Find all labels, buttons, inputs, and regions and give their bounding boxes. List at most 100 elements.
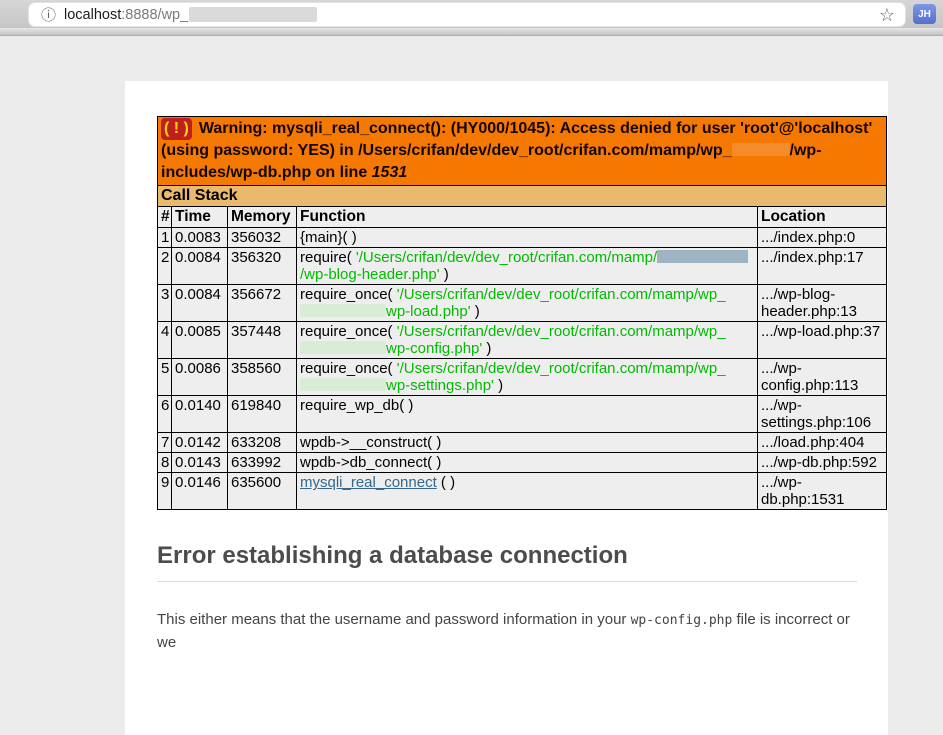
cell-time: 0.0084 xyxy=(171,284,228,323)
warning-icon: ( ! ) xyxy=(161,118,192,141)
cell-memory: 356672 xyxy=(227,284,297,323)
function-name: wpdb->__construct( ) xyxy=(300,434,442,452)
profile-avatar[interactable]: JH xyxy=(913,4,936,24)
call-stack-row: 9 0.0146 635600 mysqli_real_connect ( ) .../… xyxy=(157,472,888,511)
content-card: ( ! ) Warning: mysqli_real_connect(): (HY… xyxy=(125,81,888,735)
cell-function: require_once( '/Users/crifan/dev/dev_roo… xyxy=(296,358,758,397)
file-path: /wp-blog-header.php' xyxy=(300,266,440,284)
url-path: :8888/wp_ xyxy=(121,6,189,23)
call-stack-title: Call Stack xyxy=(156,185,888,208)
file-path: wp-settings.php' xyxy=(386,377,494,395)
cell-time: 0.0146 xyxy=(171,472,228,511)
path-redaction-box xyxy=(300,378,386,392)
cell-time: 0.0140 xyxy=(171,395,228,434)
file-path: '/Users/crifan/dev/dev_root/crifan.com/m… xyxy=(396,360,726,378)
cell-location: .../wp-settings.php:106 xyxy=(756,395,888,434)
function-name: require_once( xyxy=(300,360,397,378)
cell-memory: 633208 xyxy=(227,432,297,454)
banner-redaction-box xyxy=(731,143,790,157)
call-stack-row: 1 0.0083 356032 {main}( ) .../index.php:0 xyxy=(157,227,888,249)
function-doc-link[interactable]: mysqli_real_connect xyxy=(300,474,437,491)
path-redaction-box xyxy=(657,250,749,264)
url-domain: localhost xyxy=(64,6,122,23)
cell-memory: 633992 xyxy=(227,452,297,474)
browser-toolbar: ⓘ localhost:8888/wp_ ☆ JH xyxy=(0,0,943,28)
cell-memory: 356320 xyxy=(227,247,297,286)
col-header-location: Location xyxy=(756,206,888,229)
cell-function: {main}( ) xyxy=(296,227,758,249)
cell-location: .../wp-blog-header.php:13 xyxy=(756,284,888,323)
cell-time: 0.0086 xyxy=(171,358,228,397)
cell-function: wpdb->db_connect( ) xyxy=(296,452,758,474)
cell-num: 8 xyxy=(157,452,172,474)
url-redaction-box xyxy=(189,7,318,23)
file-path: wp-config.php' xyxy=(386,340,483,358)
col-header-memory: Memory xyxy=(227,206,297,229)
call-stack-row: 2 0.0084 356320 require( '/Users/crifan/dev… xyxy=(157,247,888,286)
cell-time: 0.0083 xyxy=(171,227,228,249)
cell-function: require_once( '/Users/crifan/dev/dev_roo… xyxy=(296,284,758,323)
paragraph-pre: This either means that the username and … xyxy=(157,611,631,629)
cell-time: 0.0085 xyxy=(171,321,228,360)
banner-line-number: 1531 xyxy=(371,164,408,182)
function-name: require_once( xyxy=(300,323,397,341)
cell-function: wpdb->__construct( ) xyxy=(296,432,758,454)
path-redaction-box xyxy=(300,304,386,318)
function-name: {main}( ) xyxy=(300,229,357,247)
function-close: ) xyxy=(493,377,504,395)
cell-function: require_wp_db( ) xyxy=(296,395,758,434)
page-title: Error establishing a database connection xyxy=(157,542,857,583)
cell-location: .../index.php:17 xyxy=(756,247,888,286)
call-stack-row: 7 0.0142 633208 wpdb->__construct( ) .../loa… xyxy=(157,432,888,454)
file-path: '/Users/crifan/dev/dev_root/crifan.com/m… xyxy=(396,323,726,341)
function-close: ) xyxy=(482,340,492,358)
wp-config-code: wp-config.php xyxy=(630,613,733,629)
call-stack-row: 3 0.0084 356672 require_once( '/Users/crifa… xyxy=(157,284,888,323)
cell-location: .../wp-load.php:37 xyxy=(756,321,888,360)
path-redaction-box xyxy=(300,341,386,355)
cell-num: 7 xyxy=(157,432,172,454)
col-header-time: Time xyxy=(171,206,228,229)
call-stack-row: 8 0.0143 633992 wpdb->db_connect( ) .../wp-d… xyxy=(157,452,888,474)
cell-function: require( '/Users/crifan/dev/dev_root/cri… xyxy=(296,247,758,286)
cell-memory: 635600 xyxy=(227,472,297,511)
function-name: require( xyxy=(300,249,356,267)
cell-memory: 358560 xyxy=(227,358,297,397)
call-stack-title-row: Call Stack xyxy=(156,185,888,208)
url-text: localhost:8888/wp_ xyxy=(64,6,318,23)
function-args: ( ) xyxy=(436,474,456,492)
cell-time: 0.0143 xyxy=(171,452,228,474)
address-bar[interactable]: ⓘ localhost:8888/wp_ ☆ xyxy=(28,2,906,27)
page-background: ( ! ) Warning: mysqli_real_connect(): (HY… xyxy=(0,81,943,735)
bookmark-star-icon[interactable]: ☆ xyxy=(879,6,895,24)
error-paragraph: This either means that the username and … xyxy=(157,609,857,654)
cell-function: require_once( '/Users/crifan/dev/dev_roo… xyxy=(296,321,758,360)
cell-time: 0.0142 xyxy=(171,432,228,454)
cell-num: 5 xyxy=(157,358,172,397)
toolbar-divider xyxy=(0,28,943,36)
col-header-function: Function xyxy=(296,206,758,229)
call-stack-row: 6 0.0140 619840 require_wp_db( ) .../wp-sett… xyxy=(157,395,888,434)
col-header-num: # xyxy=(157,206,172,229)
cell-location: .../wp-db.php:1531 xyxy=(756,472,888,511)
call-stack-row: 5 0.0086 358560 require_once( '/Users/crifa… xyxy=(157,358,888,397)
cell-num: 9 xyxy=(157,472,172,511)
file-path: '/Users/crifan/dev/dev_root/crifan.com/m… xyxy=(355,249,658,267)
cell-location: .../index.php:0 xyxy=(756,227,888,249)
cell-location: .../wp-db.php:592 xyxy=(756,452,888,474)
error-banner: ( ! ) Warning: mysqli_real_connect(): (HY… xyxy=(156,115,888,187)
xdebug-error-table: ( ! ) Warning: mysqli_real_connect(): (HY… xyxy=(156,115,888,511)
cell-location: .../load.php:404 xyxy=(756,432,888,454)
info-icon[interactable]: ⓘ xyxy=(41,4,56,25)
function-close: ) xyxy=(439,266,449,284)
cell-memory: 357448 xyxy=(227,321,297,360)
error-banner-row: ( ! ) Warning: mysqli_real_connect(): (HY… xyxy=(156,115,888,187)
cell-time: 0.0084 xyxy=(171,247,228,286)
cell-memory: 619840 xyxy=(227,395,297,434)
call-stack-header-row: # Time Memory Function Location xyxy=(157,206,888,229)
file-path: wp-load.php' xyxy=(386,303,471,321)
cell-num: 6 xyxy=(157,395,172,434)
function-name: require_once( xyxy=(300,286,397,304)
file-path: '/Users/crifan/dev/dev_root/crifan.com/m… xyxy=(396,286,726,304)
cell-num: 3 xyxy=(157,284,172,323)
